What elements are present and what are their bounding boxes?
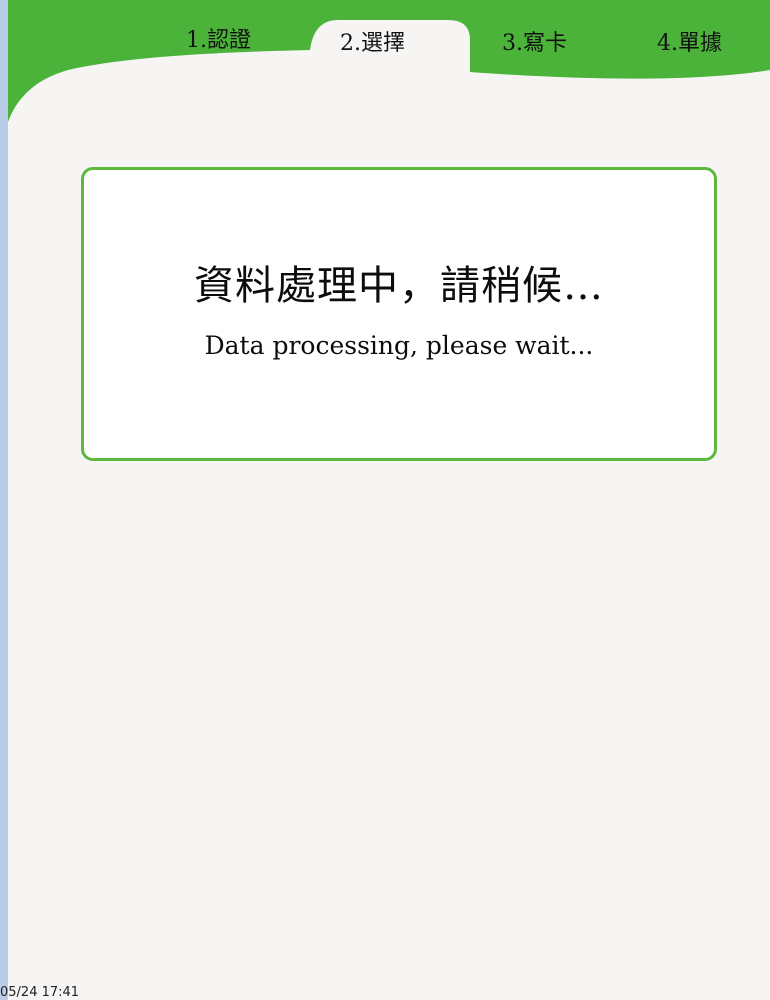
- kiosk-screen: 1.認證 2.選擇 3.寫卡 4.單據 資料處理中，請稍候… Data proc…: [8, 0, 770, 1000]
- status-datetime: 05/24 17:41: [0, 985, 80, 1000]
- step-tab-select-active[interactable]: 2.選擇: [340, 27, 405, 61]
- step-tab-authenticate[interactable]: 1.認證: [186, 24, 251, 58]
- header-wave-banner: [8, 0, 770, 122]
- processing-message-chinese: 資料處理中，請稍候…: [194, 263, 604, 309]
- processing-message-english: Data processing, please wait...: [204, 331, 594, 360]
- processing-message-box: 資料處理中，請稍候… Data processing, please wait.…: [81, 167, 717, 461]
- step-tab-write-card[interactable]: 3.寫卡: [502, 27, 567, 61]
- step-tab-receipt[interactable]: 4.單據: [657, 27, 722, 61]
